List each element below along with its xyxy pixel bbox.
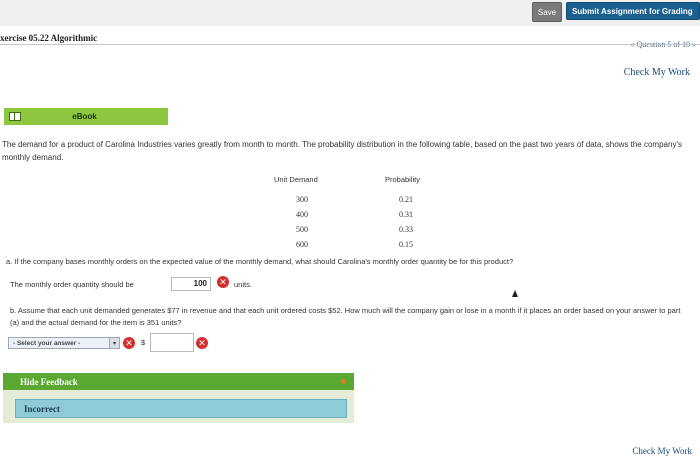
part-a-answer-prefix: The monthly order quantity should be [10,280,134,289]
exercise-title: xercise 05.22 Algorithmic [0,33,98,43]
amount-input[interactable] [150,333,194,352]
submit-assignment-button[interactable]: Submit Assignment for Grading [566,2,700,20]
book-icon [9,112,21,121]
save-button[interactable]: Save [532,2,562,22]
x-circle-icon: ✕ [217,276,229,288]
part-a-answer-suffix: units. [234,280,252,289]
header-divider [0,44,700,45]
feedback-status-box: Incorrect [15,399,347,418]
table-cell: 500 [296,225,308,234]
table-cell: 300 [296,195,308,204]
table-header-unit-demand: Unit Demand [274,175,318,184]
hide-feedback-toggle[interactable]: Hide Feedback [3,373,354,390]
gain-loss-select[interactable]: - Select your answer - ▾ [8,337,120,349]
hide-feedback-label: Hide Feedback [20,376,78,387]
order-quantity-input[interactable]: 100 [171,277,211,291]
check-my-work-link-top[interactable]: Check My Work [624,67,690,78]
chevron-down-icon: ▾ [109,338,119,348]
table-header-probability: Probability [385,175,421,184]
table-cell: 0.21 [399,195,413,204]
mouse-cursor-icon [512,290,518,297]
table-cell: 400 [296,210,308,219]
x-circle-icon: ✕ [123,337,135,349]
x-circle-icon: ✕ [196,337,208,349]
ebook-label: eBook [72,112,97,121]
table-cell: 0.31 [399,210,413,219]
select-value: - Select your answer - [13,339,81,347]
currency-symbol: $ [141,338,146,347]
feedback-status: Incorrect [24,403,60,414]
feedback-indicator-icon [341,379,346,384]
table-cell: 0.15 [399,240,413,249]
check-my-work-link-bottom[interactable]: Check My Work [632,446,692,456]
ebook-button[interactable]: eBook [4,108,168,125]
problem-intro: The demand for a product of Carolina Ind… [2,140,682,162]
table-cell: 0.33 [399,225,413,234]
part-a-question: a. If the company bases monthly orders o… [6,257,514,266]
table-cell: 600 [296,240,308,249]
part-b-question: b. Assume that each unit demanded genera… [10,306,681,327]
